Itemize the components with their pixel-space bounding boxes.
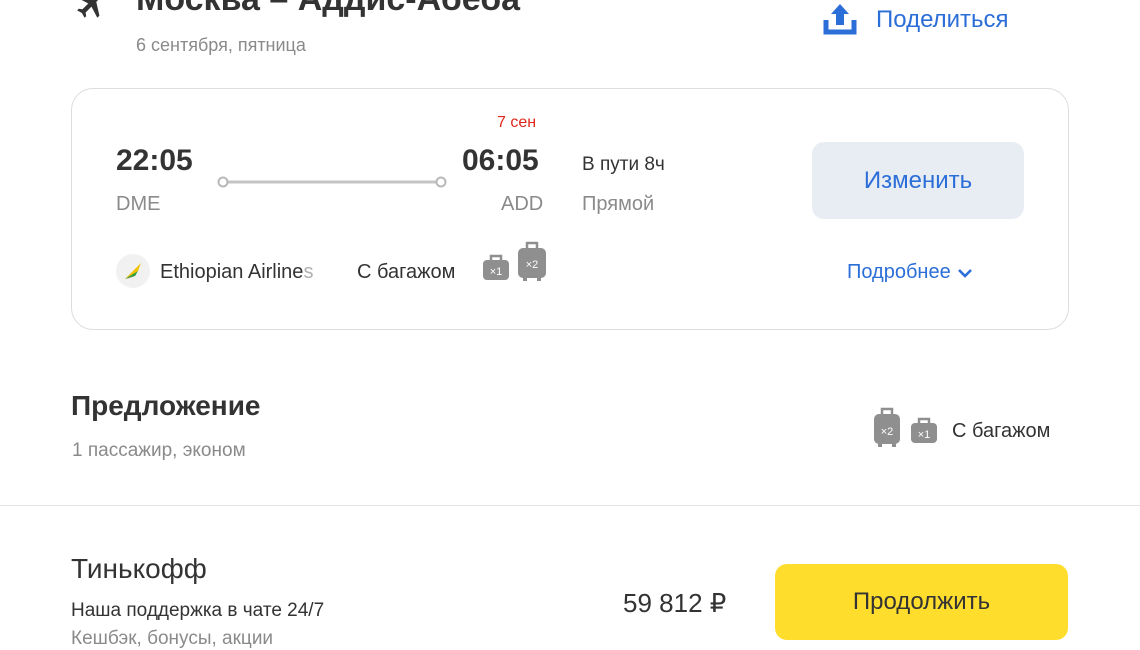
ethiopian-airlines-logo [116, 254, 150, 288]
svg-text:×1: ×1 [490, 266, 503, 278]
vendor-name: Тинькофф [71, 553, 207, 584]
share-upload-icon [823, 4, 857, 35]
arrival-airport-code: ADD [501, 193, 544, 215]
airline-name: Ethiopian Airlines [160, 261, 313, 284]
suitcase-icon: ×2 [518, 241, 546, 281]
svg-text:×2: ×2 [526, 259, 539, 271]
offer-title: Предложение [71, 390, 261, 421]
share-label: Поделиться [876, 6, 1009, 33]
route-line [217, 176, 447, 188]
departure-airport-code: DME [116, 193, 161, 215]
hand-bag-icon: ×1 [483, 254, 509, 280]
arrival-time: 06:05 [462, 144, 539, 177]
page-title: Москва – Аддис-Абеба [136, 0, 520, 19]
offer-baggage-label: С багажом [952, 420, 1051, 442]
flight-stops: Прямой [582, 193, 655, 215]
svg-text:×2: ×2 [881, 426, 894, 438]
airline-name-faded: s [303, 261, 314, 283]
chevron-down-icon [957, 268, 972, 278]
flight-duration: В пути 8ч [582, 154, 665, 175]
continue-button[interactable]: Продолжить [775, 564, 1068, 640]
details-label: Подробнее [847, 261, 951, 283]
baggage-label: С багажом [357, 261, 456, 283]
details-link[interactable]: Подробнее [847, 261, 973, 284]
divider [0, 505, 1140, 506]
suitcase-icon: ×2 [874, 407, 900, 447]
flight-date: 6 сентября, пятница [136, 35, 306, 55]
share-button[interactable]: Поделиться [820, 0, 1009, 40]
departure-time: 22:05 [116, 144, 193, 177]
vendor-feature: Кешбэк, бонусы, акции [71, 628, 274, 649]
arrival-date-badge: 7 сен [497, 114, 537, 131]
change-flight-button[interactable]: Изменить [812, 142, 1024, 219]
hand-bag-icon: ×1 [911, 417, 937, 443]
offer-subtitle: 1 пассажир, эконом [72, 440, 246, 461]
airline-name-text: Ethiopian Airline [160, 261, 304, 283]
ticket-price: 59 812 ₽ [623, 588, 727, 618]
vendor-feature: Наша поддержка в чате 24/7 [71, 600, 325, 621]
plane-icon [77, 0, 103, 18]
svg-text:×1: ×1 [918, 429, 931, 441]
